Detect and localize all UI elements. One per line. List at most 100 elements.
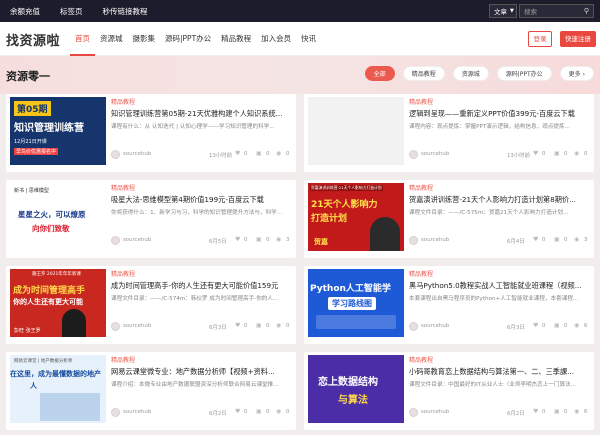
top-link-recharge[interactable]: 余额充值 xyxy=(10,6,40,17)
view-count: 0 xyxy=(286,323,290,329)
avatar[interactable] xyxy=(409,322,418,331)
author-name[interactable]: sourcehub xyxy=(123,151,151,157)
post-card[interactable]: 精品教程 逻辑到呈现——重新定义PPT价值399元-百度云下载 课程内容：观点提… xyxy=(304,94,594,172)
nav-tutorials[interactable]: 精品教程 xyxy=(216,22,256,56)
thumb-title: 第05期 xyxy=(14,101,51,116)
filter-source-ppt[interactable]: 源码|PPT办公 xyxy=(496,66,552,81)
post-thumbnail[interactable]: 贺嘉演讲训练营·21天个人影响力打造计划 21天个人影响力 打造计划 贺嘉 xyxy=(308,183,404,251)
register-button[interactable]: 快速注册 xyxy=(560,31,596,47)
post-category[interactable]: 精品教程 xyxy=(111,269,135,278)
avatar[interactable] xyxy=(111,408,120,417)
post-category[interactable]: 精品教程 xyxy=(111,97,135,106)
post-title[interactable]: 贺嘉演讲训练营-21天个人影响力打造计划第8期价... xyxy=(409,195,589,205)
heart-icon[interactable]: ♥ xyxy=(533,408,538,415)
site-logo[interactable]: 找资源啦 xyxy=(6,30,60,49)
post-date: 6月3日 xyxy=(507,325,525,331)
post-thumbnail[interactable]: 新书 | 思维模型 星星之火，可以燎原 向你们致敬 xyxy=(10,183,106,251)
thumb-decoration xyxy=(40,393,100,421)
filter-tutorials[interactable]: 精品教程 xyxy=(402,66,445,81)
nav-resources[interactable]: 资源城 xyxy=(95,22,128,56)
post-title[interactable]: 知识管理训练营第05期-21天优雅构建个人知识系统... xyxy=(111,109,291,119)
like-count: 0 xyxy=(244,409,248,415)
avatar[interactable] xyxy=(409,150,418,159)
nav-news[interactable]: 快讯 xyxy=(296,22,321,56)
post-title[interactable]: 成为时间管理高手-你的人生还有更大可能价值159元 xyxy=(111,281,291,291)
nav-source-ppt[interactable]: 源码|PPT办公 xyxy=(160,22,216,56)
presenter-photo xyxy=(62,309,86,337)
post-card[interactable]: 恋上数据结构 与算法 精品教程 小码哥教育恋上数据结构与算法第一、二、三季課..… xyxy=(304,352,594,430)
search-input[interactable]: 搜索 ⚲ xyxy=(519,4,594,18)
avatar[interactable] xyxy=(409,236,418,245)
post-title[interactable]: 网易云课堂微专业：地产数据分析师【视频+资料... xyxy=(111,367,291,377)
top-link-tags[interactable]: 标签页 xyxy=(60,6,83,17)
nav-photography[interactable]: 摄影集 xyxy=(128,22,161,56)
post-card[interactable]: 网易云课堂 | 地产数据分析师 在这里，成为最懂数据的地产 人 精品教程 网易云… xyxy=(6,352,296,430)
heart-icon[interactable]: ♥ xyxy=(533,322,538,329)
comment-icon: ▣ xyxy=(554,236,560,243)
login-button[interactable]: 登录 xyxy=(528,31,552,47)
eye-icon: ◉ xyxy=(574,322,580,329)
comment-icon: ▣ xyxy=(554,150,560,157)
heart-icon[interactable]: ♥ xyxy=(235,236,240,243)
post-card[interactable]: 贺嘉演讲训练营·21天个人影响力打造计划 21天个人影响力 打造计划 贺嘉 精品… xyxy=(304,180,594,258)
comment-icon: ▣ xyxy=(256,236,262,243)
post-thumbnail[interactable]: 跟王罗 2021年年年新课 成为时间管理高手 你的人生还有更大可能 彭旺 张王罗 xyxy=(10,269,106,337)
post-title[interactable]: 逻辑到呈现——重新定义PPT价值399元-百度云下载 xyxy=(409,109,589,119)
heart-icon[interactable]: ♥ xyxy=(235,322,240,329)
heart-icon[interactable]: ♥ xyxy=(533,150,538,157)
comment-icon: ▣ xyxy=(554,408,560,415)
avatar[interactable] xyxy=(409,408,418,417)
post-category[interactable]: 精品教程 xyxy=(111,183,135,192)
post-card[interactable]: Python人工智能学 学习路线图 精品教程 黑马Python5.0教程实战人工… xyxy=(304,266,594,344)
author-name[interactable]: sourcehub xyxy=(421,409,449,415)
thumb-top: 贺嘉演讲训练营·21天个人影响力打造计划 xyxy=(310,185,383,191)
filter-more[interactable]: 更多 › xyxy=(559,66,594,81)
post-category[interactable]: 精品教程 xyxy=(409,97,433,106)
thumb-subtitle: 人 xyxy=(30,382,37,390)
thumb-subtitle: 向你们致敬 xyxy=(32,224,70,233)
post-thumbnail[interactable] xyxy=(308,97,404,165)
top-link-tutorial[interactable]: 秒传链接教程 xyxy=(103,6,148,17)
post-card[interactable]: 第05期 知识管理训练营 12月21日开课 早鸟价优惠报名中 精品教程 知识管理… xyxy=(6,94,296,172)
post-thumbnail[interactable]: Python人工智能学 学习路线图 xyxy=(308,269,404,337)
filter-resources[interactable]: 资源城 xyxy=(452,66,489,81)
filter-all[interactable]: 全部 xyxy=(364,66,395,81)
author-name[interactable]: sourcehub xyxy=(123,323,151,329)
post-card[interactable]: 跟王罗 2021年年年新课 成为时间管理高手 你的人生还有更大可能 彭旺 张王罗… xyxy=(6,266,296,344)
heart-icon[interactable]: ♥ xyxy=(533,236,538,243)
post-thumbnail[interactable]: 网易云课堂 | 地产数据分析师 在这里，成为最懂数据的地产 人 xyxy=(10,355,106,423)
post-title[interactable]: 小码哥教育恋上数据结构与算法第一、二、三季課... xyxy=(409,367,589,377)
avatar[interactable] xyxy=(111,322,120,331)
like-count: 0 xyxy=(244,323,248,329)
post-category[interactable]: 精品教程 xyxy=(409,183,433,192)
author-name[interactable]: sourcehub xyxy=(421,323,449,329)
nav-home[interactable]: 首页 xyxy=(70,22,95,56)
post-category[interactable]: 精品教程 xyxy=(409,355,433,364)
heart-icon[interactable]: ♥ xyxy=(235,408,240,415)
comment-icon: ▣ xyxy=(256,150,262,157)
top-bar: 余额充值 标签页 秒传链接教程 文章 ▼ 搜索 ⚲ xyxy=(0,0,600,22)
search-icon[interactable]: ⚲ xyxy=(584,7,589,15)
thumb-subtitle: 你的人生还有更大可能 xyxy=(13,298,83,306)
post-thumbnail[interactable]: 第05期 知识管理训练营 12月21日开课 早鸟价优惠报名中 xyxy=(10,97,106,165)
eye-icon: ◉ xyxy=(574,150,580,157)
author-name[interactable]: sourcehub xyxy=(123,237,151,243)
post-card[interactable]: 新书 | 思维模型 星星之火，可以燎原 向你们致敬 精品教程 吸星大法-思维模型… xyxy=(6,180,296,258)
thumb-title: 恋上数据结构 xyxy=(318,377,378,388)
author-name[interactable]: sourcehub xyxy=(421,237,449,243)
avatar[interactable] xyxy=(111,236,120,245)
thumb-date: 12月21日开课 xyxy=(14,139,47,145)
nav-membership[interactable]: 加入会员 xyxy=(256,22,296,56)
post-title[interactable]: 吸星大法-思维模型第4期价值199元-百度云下载 xyxy=(111,195,291,205)
post-category[interactable]: 精品教程 xyxy=(409,269,433,278)
post-excerpt: 本套课程出自黑马程序员的Python+人工智能就业课程，本套课程... xyxy=(409,296,579,302)
post-thumbnail[interactable]: 恋上数据结构 与算法 xyxy=(308,355,404,423)
section-title: 资源零一 xyxy=(6,70,50,83)
avatar[interactable] xyxy=(111,150,120,159)
author-name[interactable]: sourcehub xyxy=(123,409,151,415)
heart-icon[interactable]: ♥ xyxy=(235,150,240,157)
post-category[interactable]: 精品教程 xyxy=(111,355,135,364)
post-title[interactable]: 黑马Python5.0教程实战人工智能就业班课程（视频... xyxy=(409,281,589,291)
search-type-select[interactable]: 文章 ▼ xyxy=(489,4,517,18)
author-name[interactable]: sourcehub xyxy=(421,151,449,157)
